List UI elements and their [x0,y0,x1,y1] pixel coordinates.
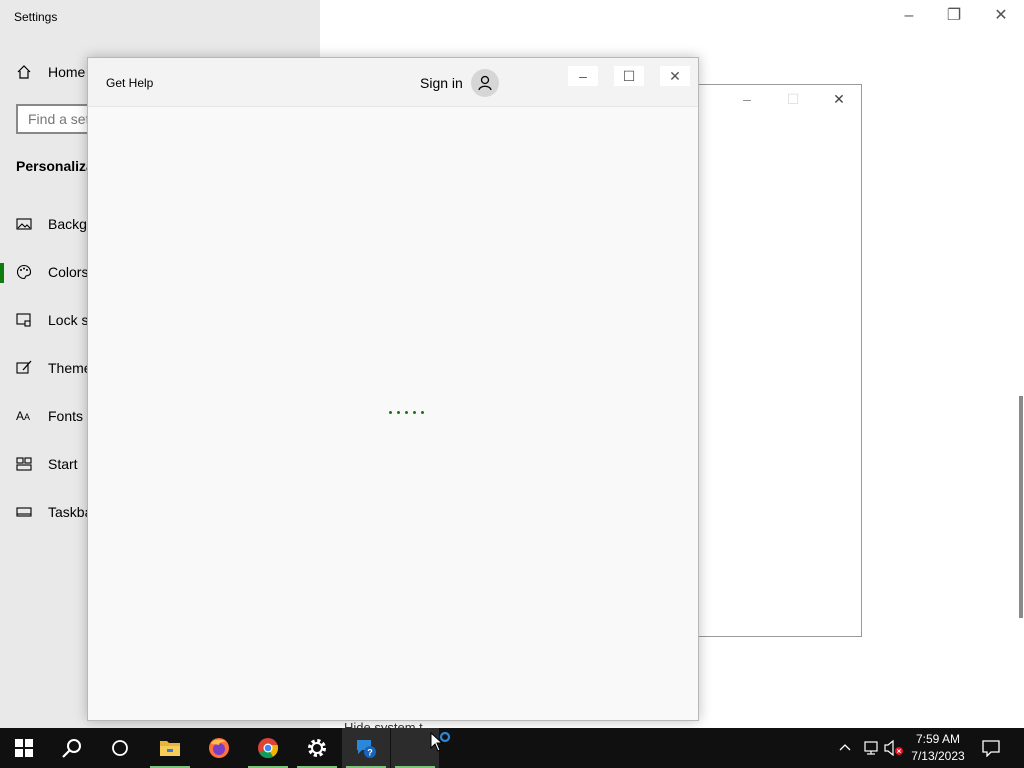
blank-window: – ☐ ✕ [690,84,862,637]
svg-text:?: ? [367,748,373,758]
chevron-up-icon [839,744,851,751]
nav-taskbar-label: Taskba [48,504,93,520]
image-icon [16,218,32,230]
loading-dot [405,411,408,414]
start-button[interactable] [0,728,48,768]
loading-indicator [389,411,424,414]
avatar[interactable] [471,69,499,97]
get-help-title: Get Help [106,76,154,90]
home-icon [17,65,31,79]
loading-dot [413,411,416,414]
notification-icon [982,740,1000,757]
get-help-button[interactable]: ? [342,728,390,768]
network-tray[interactable] [862,728,880,768]
nav-lock-screen[interactable]: Lock sc [16,312,95,328]
network-icon [864,741,878,755]
volume-muted-icon [884,740,903,756]
start-icon [15,739,33,757]
nav-home[interactable]: Home [16,64,85,80]
volume-tray[interactable] [884,728,904,768]
nav-background[interactable]: Backgr [16,216,92,232]
close-icon[interactable]: ✕ [990,6,1012,26]
search-button[interactable] [48,728,96,768]
scrollbar-thumb[interactable] [1019,396,1023,618]
nav-start-label: Start [48,456,78,472]
nav-home-label: Home [48,64,86,80]
palette-icon [16,264,32,280]
settings-title: Settings [14,10,58,24]
action-center-button[interactable] [982,728,1000,768]
taskbar: ? 7:59 AM 7/13/2023 [0,728,1024,768]
chrome-icon [258,738,279,759]
loading-dot [397,411,400,414]
minimize-icon[interactable]: – [568,66,598,86]
cursor-busy-icon [430,732,451,752]
clock-time: 7:59 AM [915,732,961,746]
chrome-button[interactable] [244,728,292,768]
brush-icon [16,360,32,374]
firefox-icon [209,738,229,758]
firefox-button[interactable] [195,728,243,768]
font-icon: AA [16,409,31,423]
close-icon[interactable]: ✕ [829,89,849,109]
taskbar-icon [16,507,32,517]
maximize-icon[interactable]: ☐ [783,89,803,109]
nav-colors-label: Colors [48,264,89,280]
nav-fonts-label: Fonts [48,408,84,424]
minimize-icon[interactable]: – [898,6,920,26]
settings-icon [308,739,326,757]
clock-date: 7/13/2023 [911,749,965,763]
file-explorer-icon [160,741,180,756]
restore-icon[interactable]: ❐ [943,6,965,26]
nav-themes[interactable]: Theme [16,360,92,376]
maximize-icon[interactable]: ☐ [614,66,644,86]
show-hidden-icons[interactable] [838,728,852,768]
nav-start[interactable]: Start [16,456,78,472]
task-view-button[interactable] [96,728,144,768]
clock[interactable]: 7:59 AM 7/13/2023 [906,731,970,765]
file-explorer-button[interactable] [146,728,194,768]
task-view-icon [112,740,128,756]
settings-button[interactable] [293,728,341,768]
selected-indicator [0,263,4,283]
nav-background-label: Backgr [48,216,92,232]
get-help-titlebar: Get Help Sign in – ☐ ✕ [88,58,698,107]
section-heading: Personaliza [16,158,94,174]
loading-dot [421,411,424,414]
person-icon [478,75,492,91]
search-icon [62,739,81,758]
nav-taskbar[interactable]: Taskba [16,504,92,520]
nav-colors[interactable]: Colors [16,264,88,280]
minimize-icon[interactable]: – [737,89,757,109]
sign-in-link[interactable]: Sign in [420,75,463,91]
start-tiles-icon [16,457,32,471]
nav-fonts[interactable]: AA Fonts [16,408,83,424]
get-help-window: Get Help Sign in – ☐ ✕ [87,57,699,721]
get-help-icon: ? [357,740,376,758]
nav-themes-label: Theme [48,360,92,376]
lock-screen-icon [16,313,31,327]
loading-dot [389,411,392,414]
close-icon[interactable]: ✕ [660,66,690,86]
